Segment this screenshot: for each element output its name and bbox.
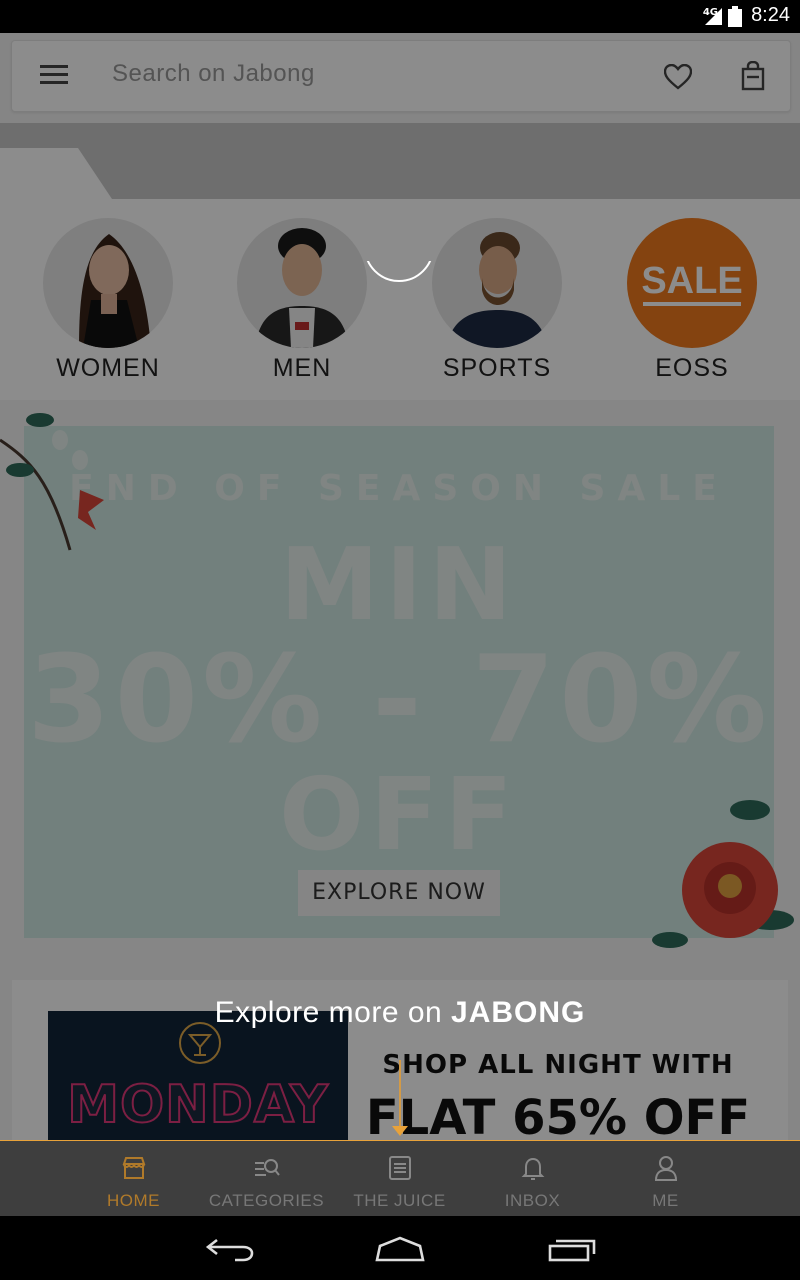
article-icon — [388, 1156, 411, 1180]
nav-label: INBOX — [504, 1191, 561, 1210]
nav-me[interactable]: ME — [599, 1141, 732, 1217]
nav-label: ME — [652, 1191, 679, 1210]
coachmark-message: Explore more on JABONG — [0, 996, 800, 1030]
battery-icon — [728, 6, 742, 27]
coachmark-pointer-arrow — [392, 1126, 408, 1136]
categories-search-icon — [254, 1159, 280, 1176]
nav-label: CATEGORIES — [208, 1191, 325, 1210]
nav-home[interactable]: HOME — [67, 1141, 200, 1217]
bottom-navigation: HOME CATEGORIES THE JUICE INBOX ME — [0, 1140, 800, 1217]
store-icon — [122, 1157, 145, 1179]
back-icon[interactable] — [205, 1236, 255, 1262]
nav-label: HOME — [107, 1191, 160, 1210]
nav-inbox[interactable]: INBOX — [466, 1141, 599, 1217]
home-icon[interactable] — [374, 1236, 426, 1262]
coachmark-brand: JABONG — [451, 996, 586, 1029]
nav-the-juice[interactable]: THE JUICE — [333, 1141, 466, 1217]
nav-categories[interactable]: CATEGORIES — [200, 1141, 333, 1217]
status-bar: 4G 8:24 — [0, 0, 800, 33]
signal-icon — [705, 8, 722, 25]
recent-apps-icon[interactable] — [547, 1236, 597, 1262]
bell-icon — [521, 1157, 544, 1180]
clock: 8:24 — [751, 4, 790, 26]
coachmark-prefix: Explore more on — [214, 996, 443, 1029]
coachmark-overlay[interactable] — [0, 33, 800, 1140]
coachmark-pointer-line — [399, 1060, 401, 1130]
nav-label: THE JUICE — [353, 1191, 446, 1210]
system-navigation-bar — [0, 1216, 800, 1280]
profile-icon — [654, 1156, 677, 1181]
